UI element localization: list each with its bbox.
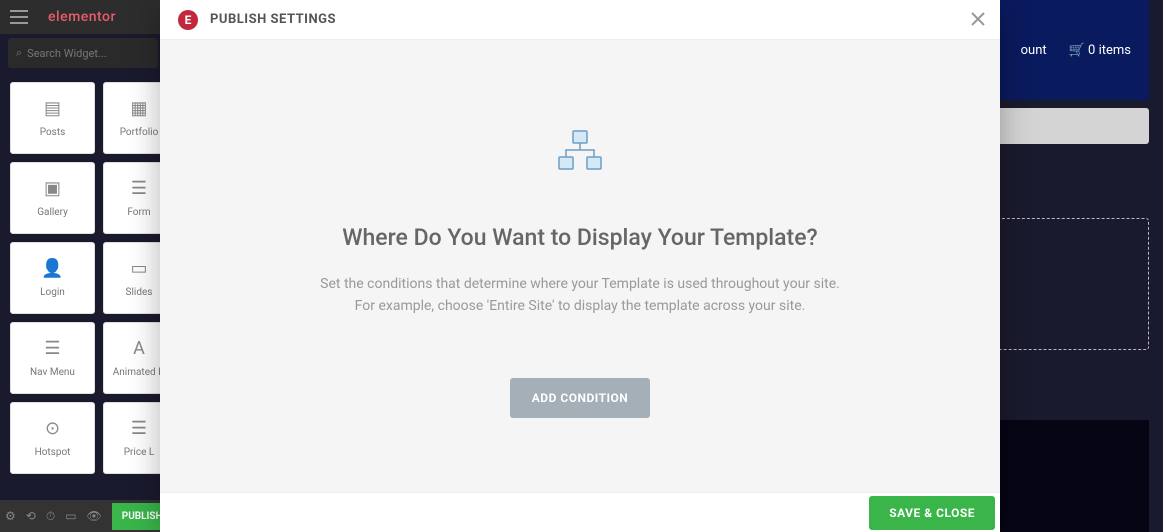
cart-link[interactable]: 🛒 0 items bbox=[1069, 43, 1131, 58]
modal-header: E PUBLISH SETTINGS bbox=[160, 0, 1000, 40]
price-list-icon: ☰ bbox=[131, 418, 147, 439]
editor-topbar: elementor bbox=[0, 0, 160, 34]
hotspot-icon: ⊙ bbox=[45, 418, 60, 439]
modal-footer: SAVE & CLOSE bbox=[160, 492, 1000, 532]
editor-logo: elementor bbox=[48, 9, 116, 25]
menu-icon[interactable] bbox=[10, 10, 28, 24]
settings-icon[interactable]: ⚙ bbox=[5, 509, 16, 523]
gallery-icon: ▣ bbox=[44, 178, 61, 199]
widget-gallery[interactable]: ▣Gallery bbox=[10, 162, 95, 234]
posts-icon: ▤ bbox=[44, 98, 61, 119]
canvas-dropzone-fragment bbox=[984, 218, 1149, 350]
login-icon: 👤 bbox=[41, 258, 63, 279]
editor-footer: ⚙ ⟲ ⏱ ▭ 👁 PUBLISH bbox=[0, 500, 160, 532]
modal-title: PUBLISH SETTINGS bbox=[210, 12, 336, 27]
revision-icon[interactable]: ⟲ bbox=[26, 509, 36, 523]
elementor-badge-icon: E bbox=[178, 10, 198, 30]
canvas-placeholder-bar bbox=[984, 108, 1149, 144]
publish-settings-modal: E PUBLISH SETTINGS Where Do You Want to … bbox=[160, 0, 1000, 532]
modal-heading: Where Do You Want to Display Your Templa… bbox=[342, 224, 817, 251]
modal-body: Where Do You Want to Display Your Templa… bbox=[160, 40, 1000, 492]
widget-posts[interactable]: ▤Posts bbox=[10, 82, 95, 154]
portfolio-icon: ▦ bbox=[130, 98, 147, 119]
site-header-fragment: ount 🛒 0 items bbox=[984, 0, 1149, 100]
add-condition-button[interactable]: ADD CONDITION bbox=[510, 378, 651, 418]
account-label-fragment: ount bbox=[1021, 43, 1047, 58]
nav-menu-icon: ☰ bbox=[44, 338, 60, 359]
widget-hotspot[interactable]: ⊙Hotspot bbox=[10, 402, 95, 474]
search-widget-input[interactable]: ⌕ Search Widget... bbox=[8, 38, 158, 68]
search-placeholder: Search Widget... bbox=[27, 47, 106, 60]
save-and-close-button[interactable]: SAVE & CLOSE bbox=[869, 496, 995, 530]
search-icon: ⌕ bbox=[16, 46, 22, 60]
widget-login[interactable]: 👤Login bbox=[10, 242, 95, 314]
responsive-icon[interactable]: ▭ bbox=[65, 509, 76, 523]
slides-icon: ▭ bbox=[130, 258, 147, 279]
canvas-footer-fragment bbox=[984, 420, 1149, 532]
close-icon[interactable] bbox=[971, 10, 985, 31]
form-icon: ☰ bbox=[131, 178, 147, 199]
sitemap-icon bbox=[558, 130, 602, 174]
widget-nav-menu[interactable]: ☰Nav Menu bbox=[10, 322, 95, 394]
modal-description: Set the conditions that determine where … bbox=[320, 273, 840, 318]
history-icon[interactable]: ⏱ bbox=[46, 509, 55, 524]
animated-headline-icon: A bbox=[133, 338, 145, 359]
preview-icon[interactable]: 👁 bbox=[87, 509, 102, 523]
widget-grid: ▤Posts ▦Portfolio ▣Gallery ☰Form 👤Login … bbox=[10, 82, 175, 474]
